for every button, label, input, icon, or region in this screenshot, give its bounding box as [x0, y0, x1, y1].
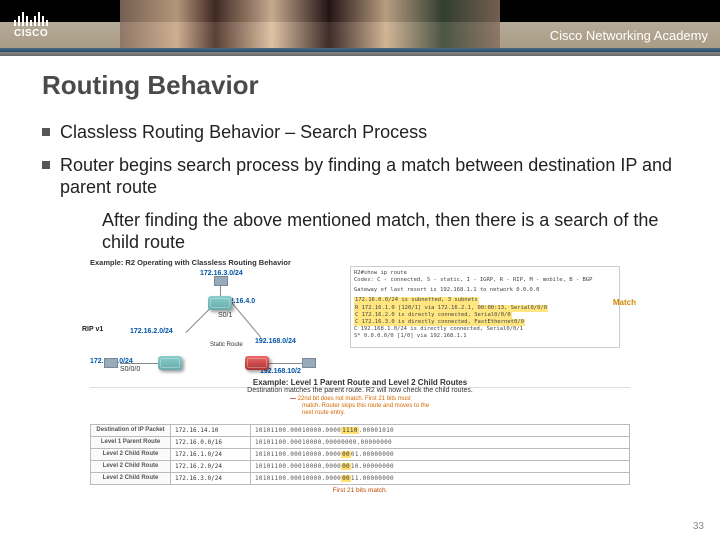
bullet-2-text: Router begins search process by finding …	[60, 154, 678, 199]
cli-highlight: C 172.16.3.0 is directly connected, Fast…	[354, 319, 525, 326]
ex2-note: — 22nd bit does not match. First 21 bits…	[290, 396, 630, 418]
cli-output: R2#show ip route Codes: C - connected, S…	[350, 266, 620, 348]
row-label: Destination of IP Packet	[91, 424, 171, 436]
network-topology: 172.16.3.0/24 172.16.4.0 172.16.2.0/24 1…	[90, 268, 630, 388]
ex2-sub: Destination matches the parent route. R2…	[90, 387, 630, 394]
cli-highlight: R 172.16.1.0 [120/1] via 172.16.2.1, 00:…	[354, 305, 548, 312]
example-2: Example: Level 1 Parent Route and Level …	[90, 378, 630, 494]
cisco-text: CISCO	[14, 28, 48, 39]
ex2-title: Example: Level 1 Parent Route and Level …	[90, 378, 630, 387]
pc-icon	[302, 358, 316, 368]
match-label: Match	[613, 298, 636, 307]
row-binary: 10101100.00010000.00000011.00000000	[251, 472, 630, 484]
slide-title: Routing Behavior	[42, 70, 678, 101]
row-label: Level 2 Child Route	[91, 448, 171, 460]
cli-line: R2#show ip route	[354, 270, 616, 277]
binary-table: Destination of IP Packet172.16.14.101010…	[90, 424, 630, 485]
cli-line: Gateway of last resort is 192.168.1.1 to…	[354, 287, 616, 294]
bullet-icon	[42, 128, 50, 136]
cli-highlight: 172.16.0.0/24 is subnetted, 3 subnets	[354, 297, 479, 304]
header-bar: CISCO Cisco Networking Academy	[0, 0, 720, 56]
cli-line: Codes: C - connected, S - static, I - IG…	[354, 277, 616, 284]
slide-content: Routing Behavior Classless Routing Behav…	[0, 56, 720, 254]
table-row: Level 1 Parent Route172.16.0.0/161010110…	[91, 436, 630, 448]
row-binary: 10101100.00010000.00000000.00000000	[251, 436, 630, 448]
bullet-1: Classless Routing Behavior – Search Proc…	[42, 121, 678, 144]
diagram-area: Example: R2 Operating with Classless Rou…	[90, 258, 630, 518]
table-row: Level 2 Child Route172.16.2.0/2410101100…	[91, 460, 630, 472]
table-row: Level 2 Child Route172.16.3.0/2410101100…	[91, 472, 630, 484]
bullet-icon	[42, 161, 50, 169]
row-ip: 172.16.0.0/16	[171, 436, 251, 448]
cli-line: C 192.168.1.0/24 is directly connected, …	[354, 326, 616, 333]
table-row: Destination of IP Packet172.16.14.101010…	[91, 424, 630, 436]
table-row: Level 2 Child Route172.16.1.0/2410101100…	[91, 448, 630, 460]
s00: S0/0/0	[120, 366, 140, 373]
row-binary: 10101100.00010000.00000001.00000000	[251, 448, 630, 460]
row-binary: 10101100.00010000.00001110.00001010	[251, 424, 630, 436]
static: Static Route	[210, 342, 243, 348]
s01: S0/1	[218, 312, 232, 319]
find-match: First 21 bits match.	[90, 487, 630, 494]
router-r2	[208, 296, 232, 310]
cisco-logo: CISCO	[14, 8, 48, 39]
row-label: Level 2 Child Route	[91, 460, 171, 472]
bullet-2: Router begins search process by finding …	[42, 154, 678, 199]
rip-label: RIP v1	[82, 326, 103, 333]
link	[265, 363, 305, 364]
row-ip: 172.16.3.0/24	[171, 472, 251, 484]
row-label: Level 1 Parent Route	[91, 436, 171, 448]
net-label: 172.16.2.0/24	[130, 328, 173, 335]
row-binary: 10101100.00010000.00000010.00000000	[251, 460, 630, 472]
header-accent	[0, 48, 720, 56]
pc-icon	[214, 276, 228, 286]
cli-line: S* 0.0.0.0/0 [1/0] via 192.168.1.1	[354, 333, 616, 340]
cisco-bars-icon	[14, 8, 48, 26]
router-r3	[245, 356, 269, 370]
row-ip: 172.16.14.10	[171, 424, 251, 436]
sub-bullet-text: After finding the above mentioned match,…	[102, 209, 678, 254]
router-r1	[158, 356, 182, 370]
row-ip: 172.16.1.0/24	[171, 448, 251, 460]
net-label: 192.168.0/24	[255, 338, 296, 345]
cli-highlight: C 172.16.2.0 is directly connected, Seri…	[354, 312, 512, 319]
row-ip: 172.16.2.0/24	[171, 460, 251, 472]
row-label: Level 2 Child Route	[91, 472, 171, 484]
page-number: 33	[693, 521, 704, 532]
academy-label: Cisco Networking Academy	[550, 28, 708, 43]
pc-icon	[104, 358, 118, 368]
bullet-1-text: Classless Routing Behavior – Search Proc…	[60, 121, 427, 144]
